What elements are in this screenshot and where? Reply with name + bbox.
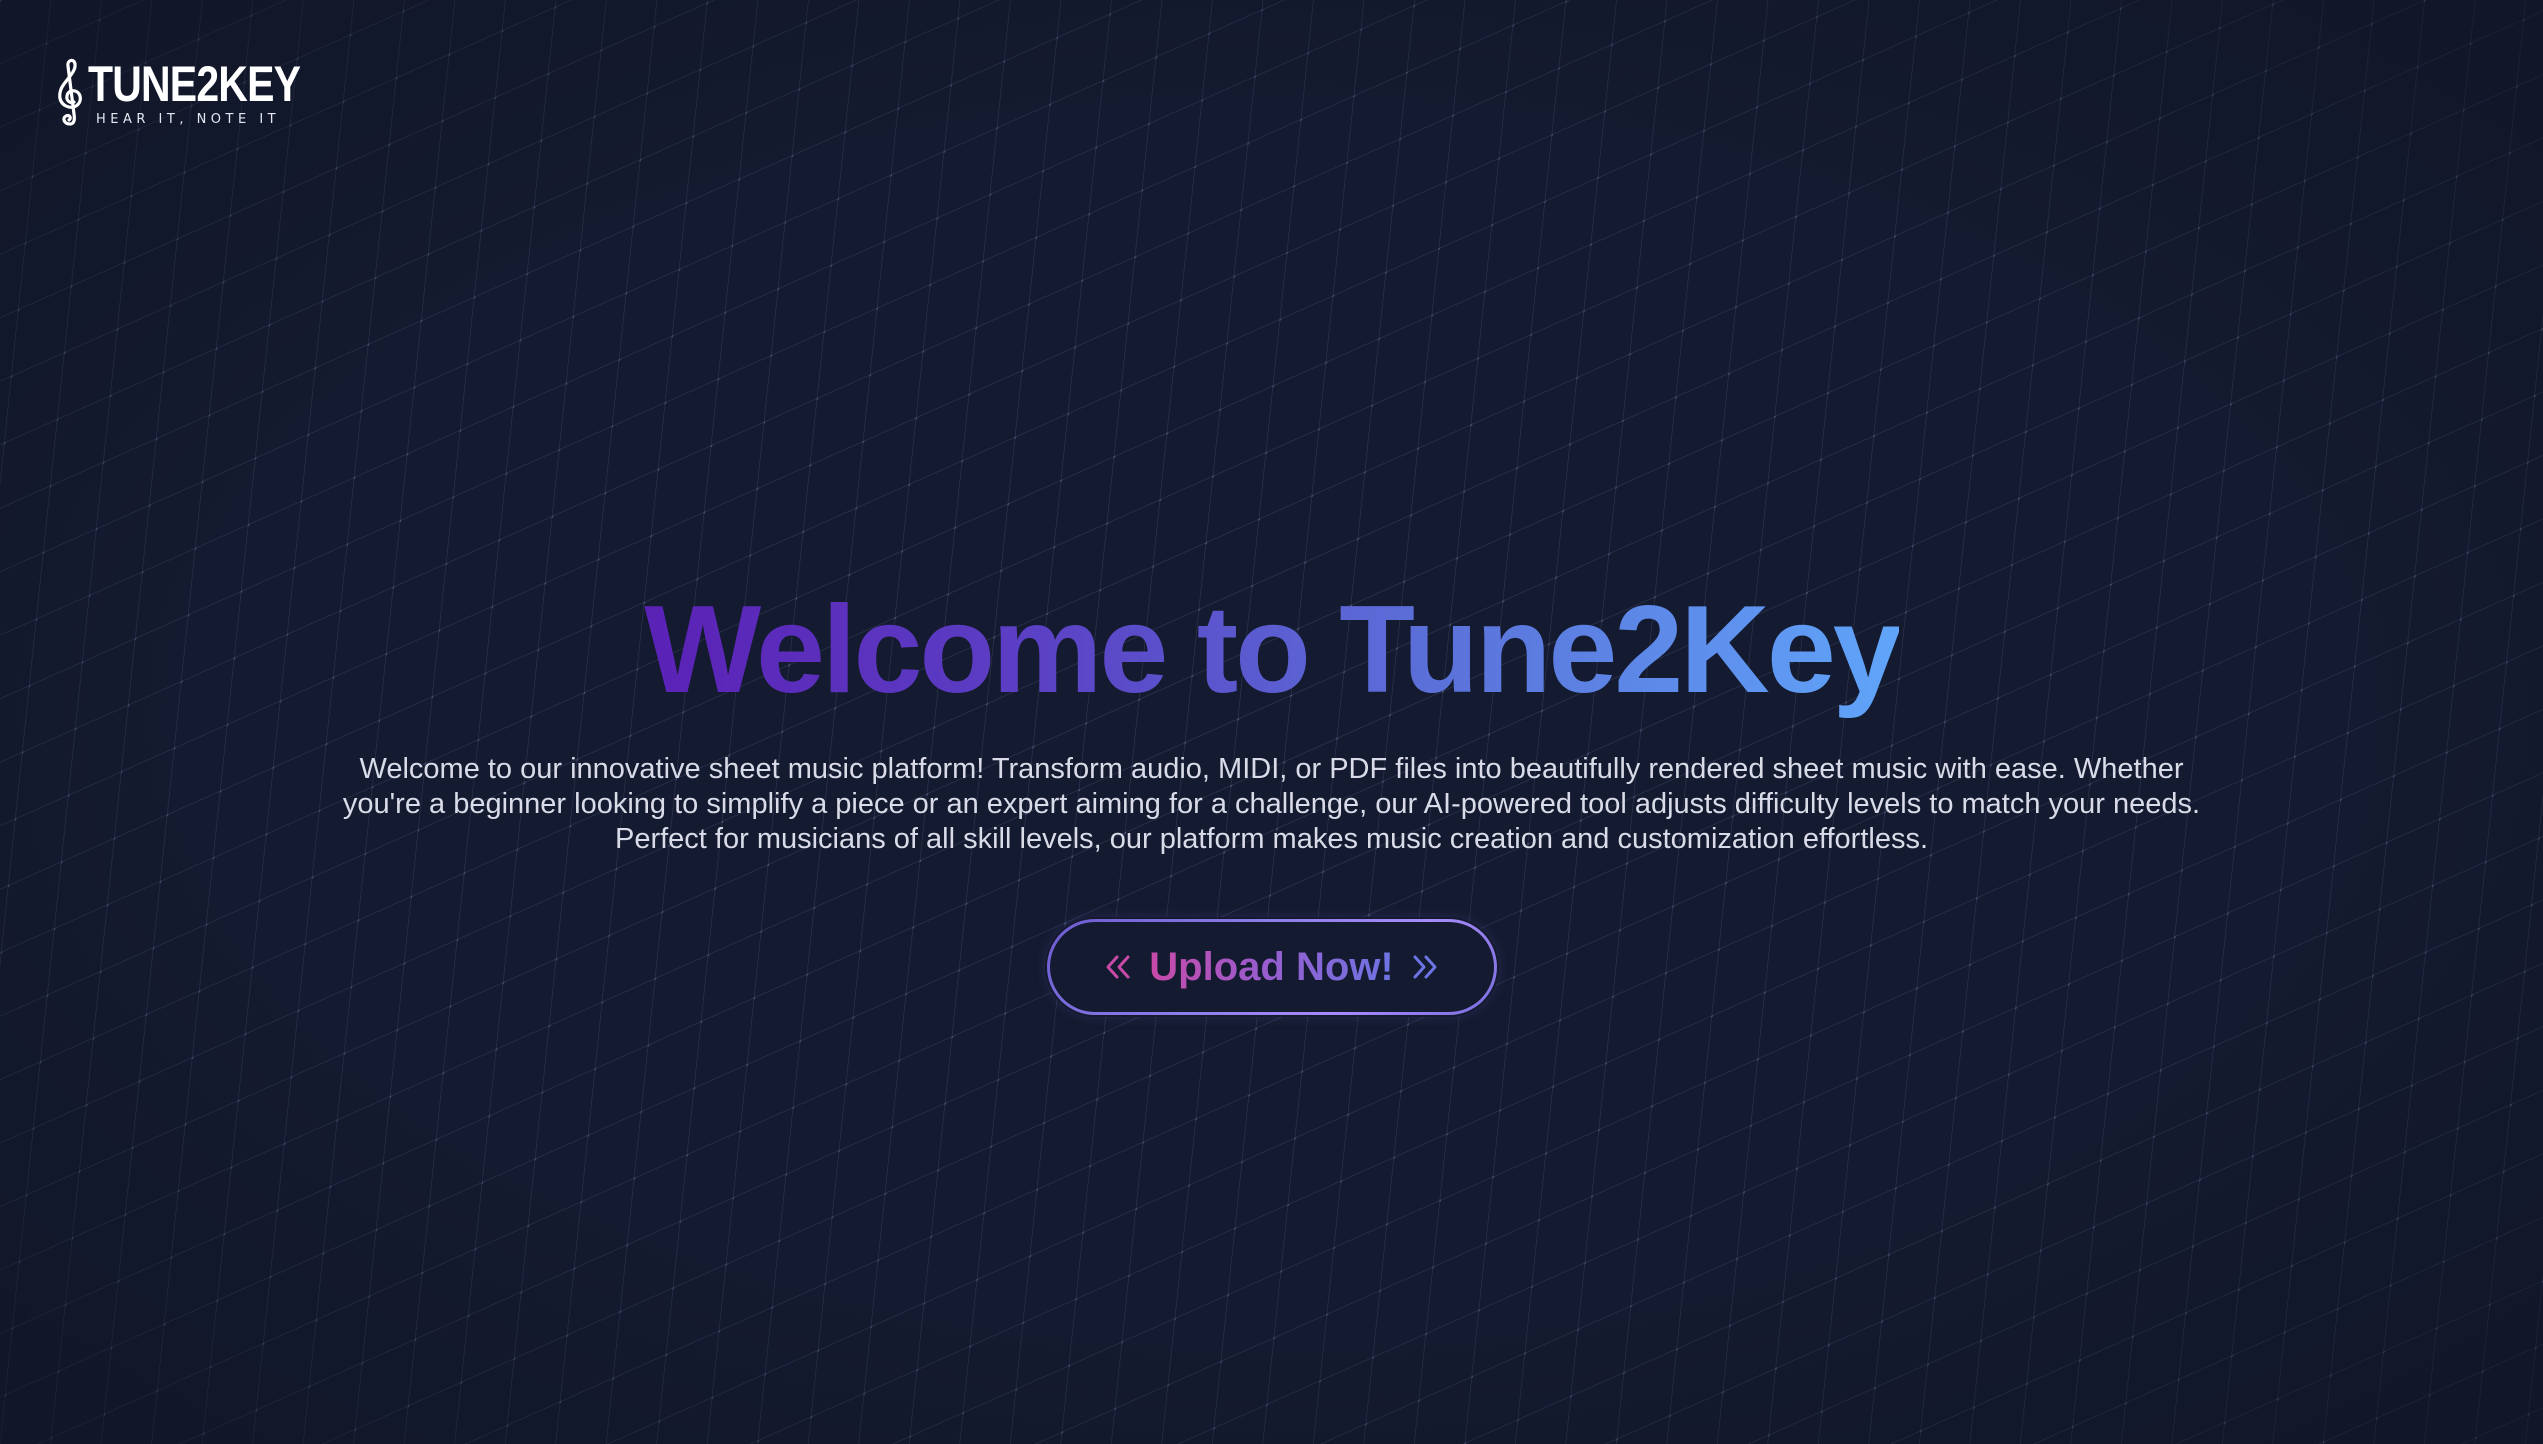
brand-logo[interactable]: TUNE2KEY HEAR IT, NOTE IT: [54, 58, 347, 128]
hero-title: Welcome to Tune2Key: [644, 575, 1902, 725]
double-chevron-right-icon: [1413, 955, 1437, 979]
upload-now-button[interactable]: Upload Now!: [1047, 919, 1497, 1015]
hero-section: Welcome to Tune2Key Welcome to our innov…: [0, 575, 2543, 1015]
brand-name: TUNE2KEY: [88, 56, 301, 112]
treble-clef-icon: [58, 58, 82, 126]
double-chevron-left-icon: [1106, 955, 1130, 979]
hero-description: Welcome to our innovative sheet music pl…: [342, 753, 2201, 855]
brand-tagline: HEAR IT, NOTE IT: [96, 112, 281, 127]
upload-now-label: Upload Now!: [1149, 945, 1394, 989]
